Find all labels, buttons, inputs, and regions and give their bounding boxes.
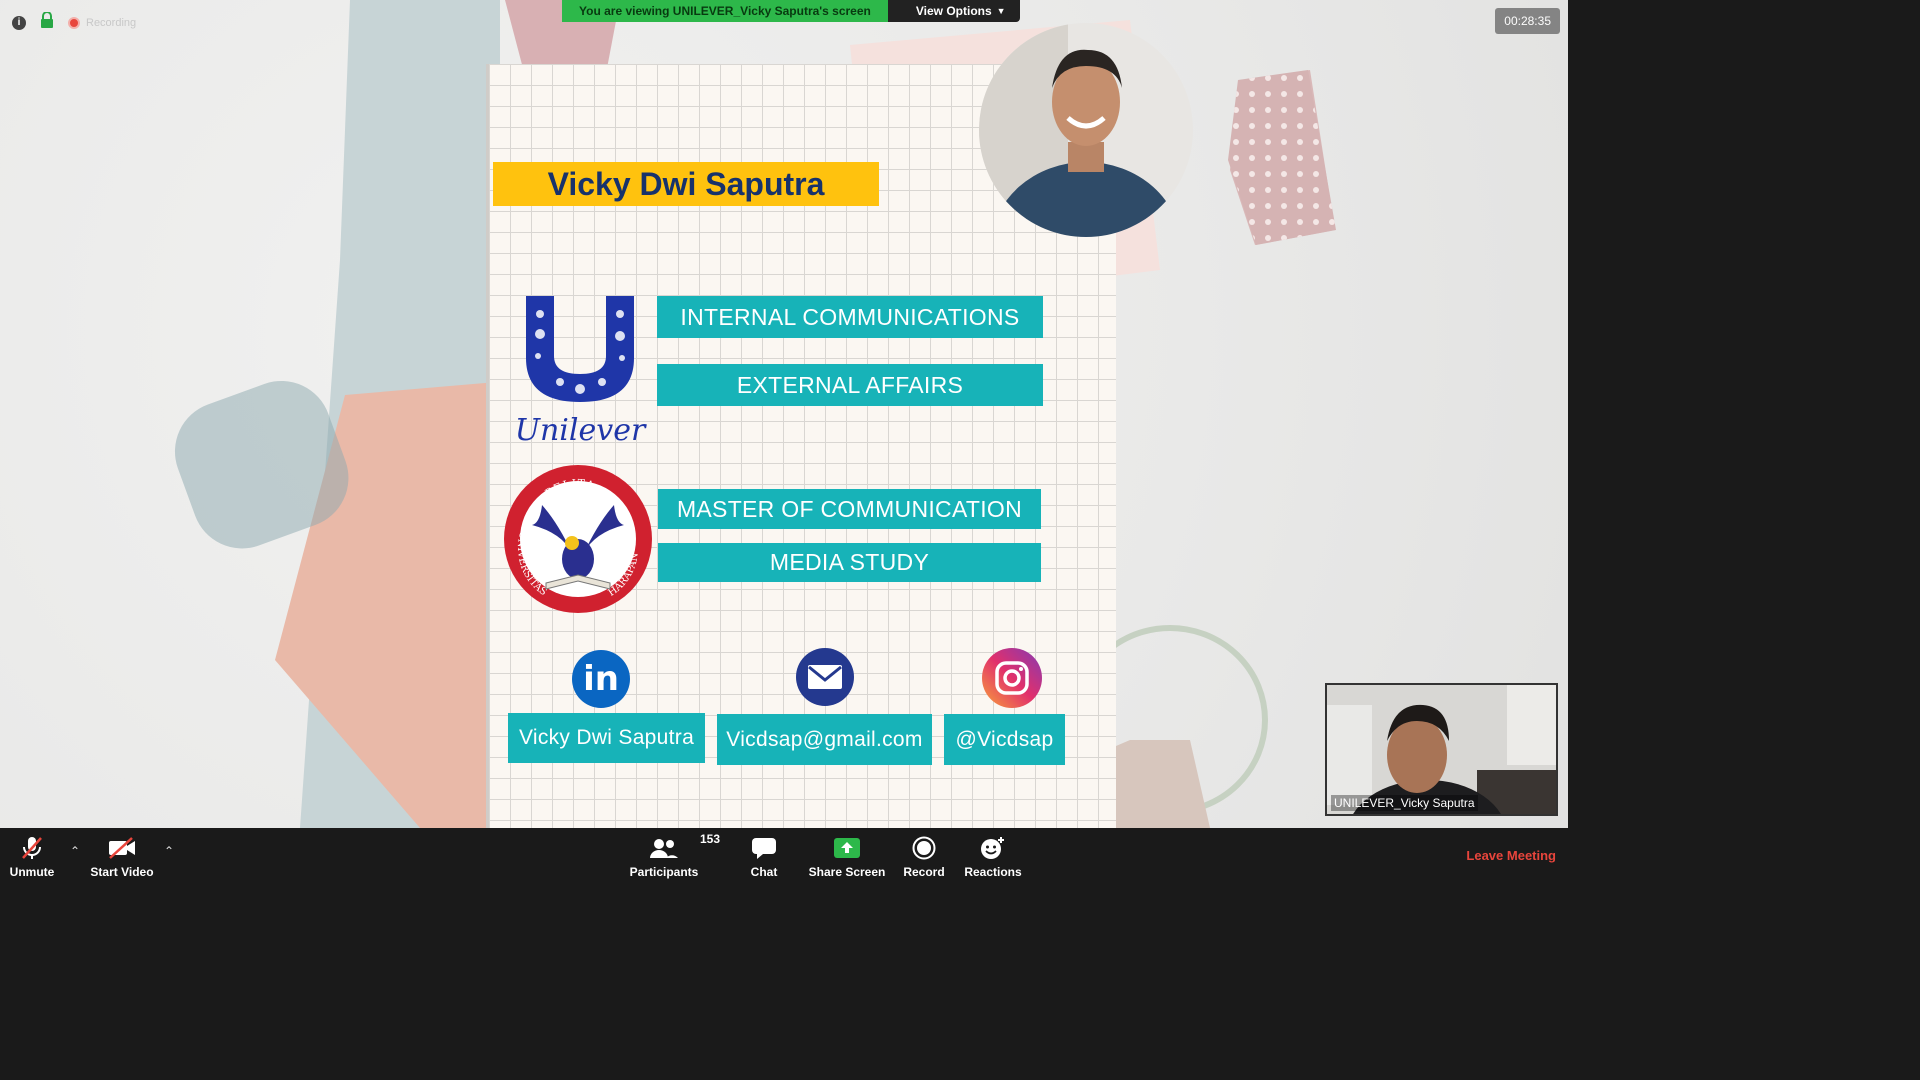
zoom-window: Vicky Dwi Saputra Unilever INTERNAL COMM…	[0, 0, 1568, 882]
video-options-caret-icon[interactable]: ⌃	[164, 844, 174, 858]
encryption-lock-icon[interactable]	[40, 11, 54, 33]
participants-count: 153	[700, 832, 721, 846]
role-external-affairs: EXTERNAL AFFAIRS	[657, 364, 1043, 406]
unmute-label: Unmute	[9, 865, 55, 879]
role-internal-communications: INTERNAL COMMUNICATIONS	[657, 296, 1043, 338]
leave-meeting-button[interactable]: Leave Meeting	[1466, 848, 1556, 863]
share-screen-label: Share Screen	[808, 865, 886, 879]
mail-icon	[796, 648, 854, 706]
participants-button[interactable]: 153 Participants	[628, 828, 720, 882]
reactions-button[interactable]: Reactions	[964, 828, 1022, 882]
participants-icon	[650, 839, 678, 858]
view-options-label: View Options	[915, 4, 992, 18]
education-master: MASTER OF COMMUNICATION	[658, 489, 1041, 529]
profile-photo	[979, 23, 1193, 237]
polka-dot-tape	[1228, 70, 1336, 245]
contact-instagram: @Vicdsap	[944, 714, 1065, 765]
record-dot-icon	[68, 16, 80, 29]
recording-label: Recording	[86, 16, 137, 29]
record-label: Record	[903, 865, 945, 879]
record-icon	[912, 836, 936, 860]
meeting-toolbar: Unmute ⌃ Start Video ⌃ 153 Participants	[0, 828, 1568, 882]
view-options-button[interactable]: View Options ▼	[887, 0, 1020, 22]
chat-icon	[752, 838, 776, 859]
unilever-logo: Unilever	[510, 294, 650, 448]
university-logo: PELITA UNIVERSITAS HARAPAN	[504, 465, 652, 613]
chat-label: Chat	[750, 865, 778, 879]
chevron-down-icon: ▼	[996, 6, 1006, 16]
speaker-video-tile[interactable]: UNILEVER_Vicky Saputra	[1325, 683, 1558, 816]
participants-label: Participants	[629, 865, 699, 879]
info-icon[interactable]: i	[12, 15, 26, 30]
contact-linkedin: Vicky Dwi Saputra	[508, 713, 705, 763]
meeting-status-icons: i Recording	[12, 11, 137, 33]
education-media-study: MEDIA STUDY	[658, 543, 1041, 582]
video-off-icon	[109, 837, 135, 859]
presenter-name-banner: Vicky Dwi Saputra	[493, 162, 879, 206]
share-screen-icon	[834, 838, 860, 858]
start-video-label: Start Video	[90, 865, 154, 879]
viewing-screen-banner: You are viewing UNILEVER_Vicky Saputra's…	[562, 0, 1020, 22]
contact-email: Vicdsap@gmail.com	[717, 714, 932, 765]
viewing-text: You are viewing UNILEVER_Vicky Saputra's…	[562, 0, 888, 22]
linkedin-icon: in	[572, 650, 630, 708]
unilever-u-mark	[526, 296, 634, 402]
meeting-timer: 00:28:35	[1495, 8, 1560, 34]
share-screen-button[interactable]: Share Screen	[808, 828, 886, 882]
reactions-label: Reactions	[964, 865, 1022, 879]
record-button[interactable]: Record	[902, 828, 946, 882]
unilever-wordmark: Unilever	[514, 413, 646, 448]
recording-indicator: Recording	[68, 16, 137, 29]
start-video-button[interactable]: Start Video	[88, 828, 156, 882]
speaker-name-label: UNILEVER_Vicky Saputra	[1331, 795, 1478, 811]
instagram-icon	[982, 648, 1042, 708]
chat-button[interactable]: Chat	[744, 828, 784, 882]
reactions-icon	[981, 837, 1004, 859]
audio-options-caret-icon[interactable]: ⌃	[70, 844, 80, 858]
unmute-button[interactable]: Unmute	[6, 828, 58, 882]
muted-microphone-icon	[22, 837, 42, 859]
